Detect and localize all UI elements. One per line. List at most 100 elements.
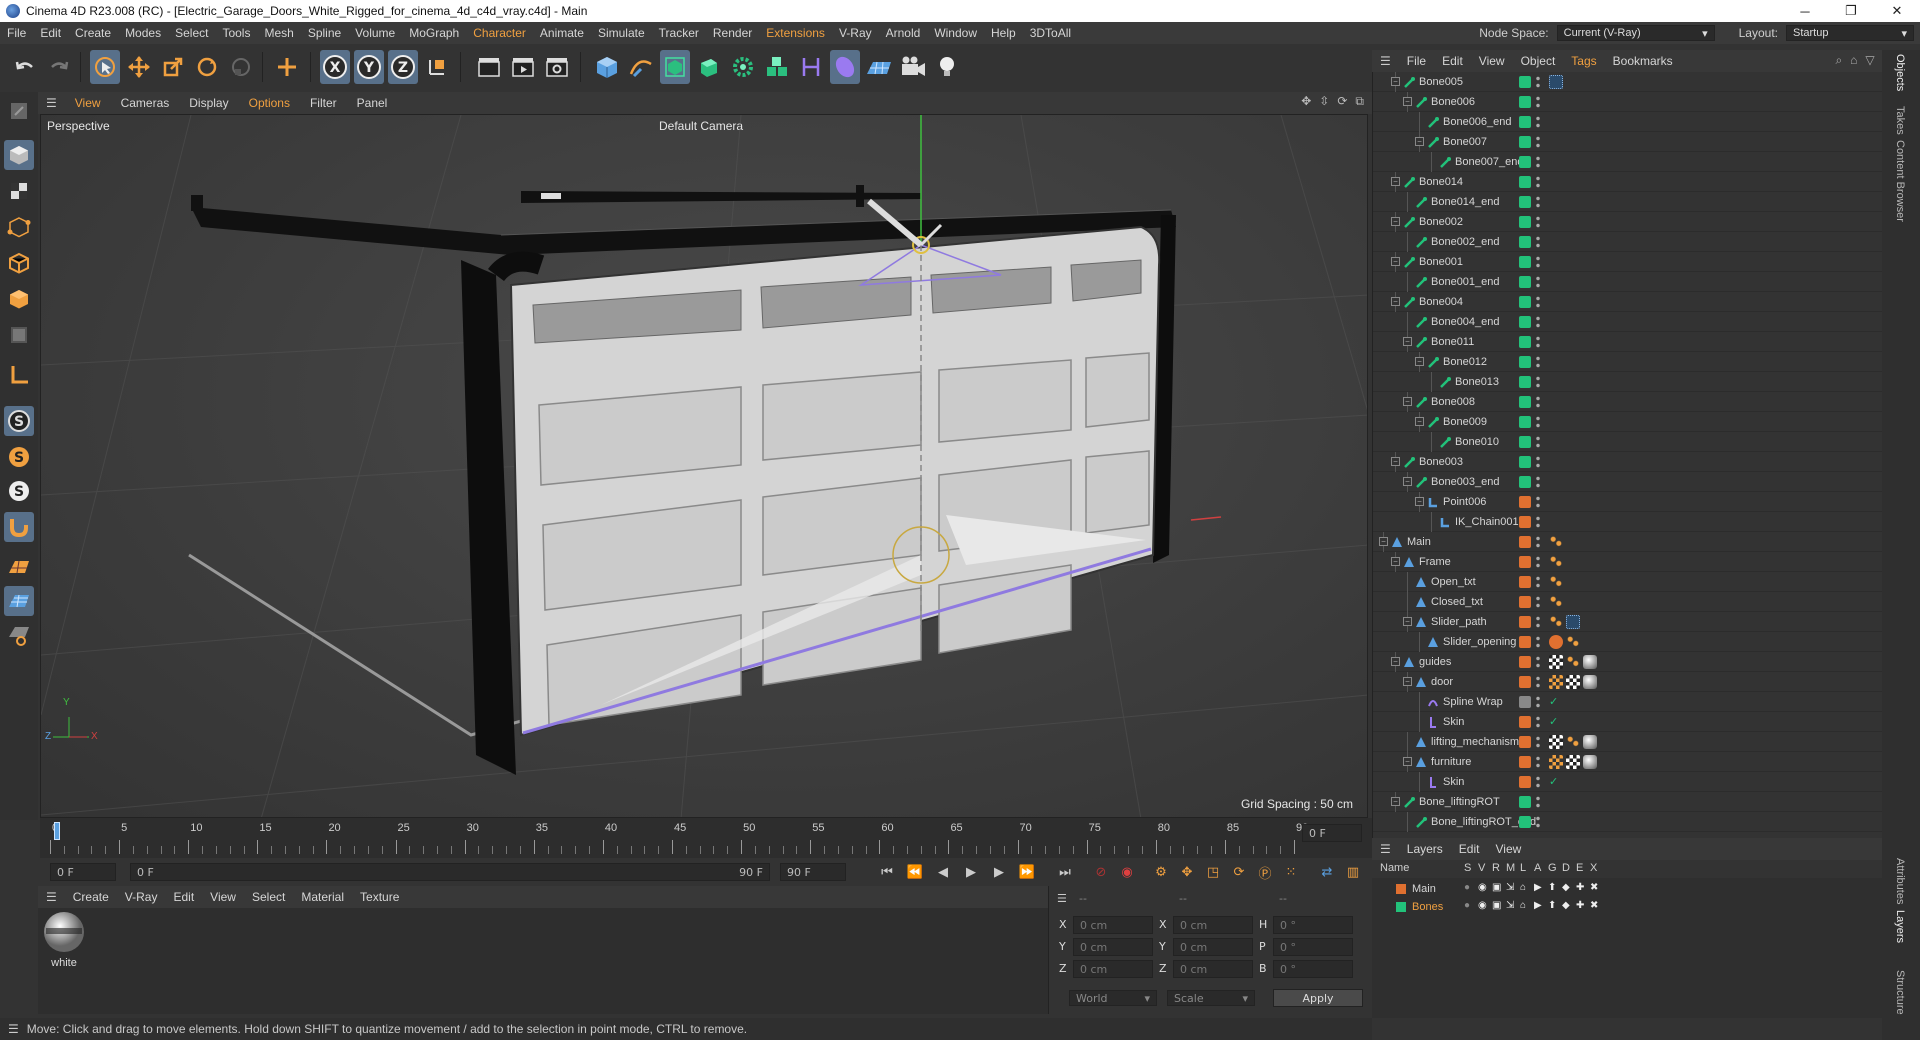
layer-color-swatch[interactable] (1396, 884, 1406, 894)
menu-spline[interactable]: Spline (301, 26, 348, 40)
motion-tracks-button[interactable]: ⇄ (1316, 862, 1338, 882)
menu-tracker[interactable]: Tracker (652, 26, 706, 40)
sphere-tag-icon[interactable] (1583, 755, 1597, 769)
object-row-bone005[interactable]: − Bone005 (1373, 72, 1882, 92)
layer-color-swatch[interactable] (1519, 296, 1531, 308)
home-icon[interactable]: ⌂ (1850, 53, 1857, 68)
cube-primitive-button[interactable] (592, 50, 622, 84)
sphere-tag-icon[interactable] (1583, 735, 1597, 749)
dots-tag-icon[interactable] (1549, 595, 1563, 609)
tab-objects[interactable]: Objects (1894, 54, 1906, 91)
layer-toggle-icon[interactable]: ⬆ (1548, 900, 1556, 911)
subdivision-surface-button[interactable] (660, 50, 690, 84)
layer-color-swatch[interactable] (1519, 756, 1531, 768)
extrude-generator-button[interactable] (694, 50, 724, 84)
dots-tag-icon[interactable] (1566, 635, 1580, 649)
object-row-bone-liftingrot-end[interactable]: Bone_liftingROT_end (1373, 812, 1882, 832)
menu-character[interactable]: Character (466, 26, 533, 40)
viewport-menu-options[interactable]: Options (239, 96, 300, 110)
planar-workplane-button[interactable] (4, 620, 34, 650)
timeline-ruler[interactable]: 051015202530354045505560657075808590 0 F (40, 818, 1372, 858)
previous-frame-button[interactable]: ◀ (932, 862, 954, 882)
live-selection-button[interactable] (90, 50, 120, 84)
expand-toggle[interactable]: − (1391, 557, 1400, 566)
visibility-dots[interactable] (1536, 95, 1540, 109)
layer-toggle-icon[interactable]: ◆ (1562, 882, 1570, 893)
layer-toggle-icon[interactable]: ◉ (1478, 882, 1487, 893)
layer-color-swatch[interactable] (1396, 902, 1406, 912)
visibility-dots[interactable] (1536, 435, 1540, 449)
visibility-dots[interactable] (1536, 695, 1540, 709)
key-pla-button[interactable]: ⁙ (1280, 862, 1302, 882)
workplane-button[interactable] (4, 552, 34, 582)
object-row-bone007-end[interactable]: Bone007_end (1373, 152, 1882, 172)
material-menu-view[interactable]: View (202, 890, 244, 904)
visibility-dots[interactable] (1536, 275, 1540, 289)
layer-toggle-icon[interactable]: ⬆ (1548, 882, 1556, 893)
layer-toggle-icon[interactable]: ✖ (1590, 900, 1598, 911)
object-row-bone001-end[interactable]: Bone001_end (1373, 272, 1882, 292)
layer-toggle-icon[interactable]: ▶ (1534, 882, 1542, 893)
coord-value-field[interactable]: 0 cm (1073, 938, 1153, 956)
sphere-tag-icon[interactable] (1583, 655, 1597, 669)
visibility-dots[interactable] (1536, 175, 1540, 189)
layer-toggle-icon[interactable]: ✖ (1590, 882, 1598, 893)
expand-toggle[interactable]: − (1391, 657, 1400, 666)
layer-color-swatch[interactable] (1519, 216, 1531, 228)
layer-color-swatch[interactable] (1519, 136, 1531, 148)
visibility-dots[interactable] (1536, 215, 1540, 229)
material-menu-material[interactable]: Material (293, 890, 352, 904)
visibility-dots[interactable] (1536, 395, 1540, 409)
layer-color-swatch[interactable] (1519, 736, 1531, 748)
record-button[interactable]: ⊘ (1090, 862, 1112, 882)
viewport-menu-cameras[interactable]: Cameras (111, 96, 180, 110)
expand-toggle[interactable]: − (1403, 677, 1412, 686)
menu-v-ray[interactable]: V-Ray (832, 26, 879, 40)
layer-color-swatch[interactable] (1519, 256, 1531, 268)
coord-value-field[interactable]: 0 cm (1073, 960, 1153, 978)
object-row-spline-wrap[interactable]: Spline Wrap ✓ (1373, 692, 1882, 712)
playhead-marker[interactable] (54, 822, 60, 840)
object-row-main[interactable]: − Main (1373, 532, 1882, 552)
layer-color-swatch[interactable] (1519, 656, 1531, 668)
rotate-tool-button[interactable] (192, 50, 222, 84)
material-menu-select[interactable]: Select (244, 890, 293, 904)
layer-color-swatch[interactable] (1519, 576, 1531, 588)
object-row-bone-liftingrot[interactable]: − Bone_liftingROT (1373, 792, 1882, 812)
layer-color-swatch[interactable] (1519, 456, 1531, 468)
menu-mesh[interactable]: Mesh (257, 26, 300, 40)
object-row-point006[interactable]: − Point006 (1373, 492, 1882, 512)
layer-color-swatch[interactable] (1519, 596, 1531, 608)
expand-toggle[interactable]: − (1403, 617, 1412, 626)
layer-column-v[interactable]: V (1478, 862, 1485, 874)
object-menu-view[interactable]: View (1471, 54, 1513, 68)
visibility-dots[interactable] (1536, 495, 1540, 509)
search-icon[interactable]: ⌕ (1835, 53, 1842, 68)
material-menu-edit[interactable]: Edit (165, 890, 202, 904)
tab-layers[interactable]: Layers (1894, 910, 1906, 943)
expand-toggle[interactable]: − (1391, 217, 1400, 226)
hamburger-icon[interactable]: ☰ (1057, 892, 1067, 905)
visibility-dots[interactable] (1536, 155, 1540, 169)
object-row-bone007[interactable]: − Bone007 (1373, 132, 1882, 152)
spline-pen-button[interactable] (626, 50, 656, 84)
visibility-dots[interactable] (1536, 775, 1540, 789)
checker-tag-icon[interactable] (1566, 675, 1580, 689)
object-row-bone008[interactable]: − Bone008 (1373, 392, 1882, 412)
object-row-bone012[interactable]: − Bone012 (1373, 352, 1882, 372)
menu-mograph[interactable]: MoGraph (402, 26, 466, 40)
layer-menu-layers[interactable]: Layers (1399, 842, 1451, 856)
polygons-mode-button[interactable] (4, 284, 34, 314)
dolly-view-icon[interactable]: ⇳ (1319, 94, 1329, 109)
dots-tag-icon[interactable] (1566, 735, 1580, 749)
tab-structure[interactable]: Structure (1894, 970, 1906, 1015)
go-to-start-button[interactable]: ⏮ (876, 862, 898, 882)
object-menu-edit[interactable]: Edit (1434, 54, 1471, 68)
mograph-cubes-button[interactable] (762, 50, 792, 84)
check-tag-icon[interactable]: ✓ (1549, 775, 1563, 789)
expand-toggle[interactable]: − (1415, 497, 1424, 506)
tweak-mode-button[interactable] (4, 512, 34, 542)
expand-toggle[interactable]: − (1415, 417, 1424, 426)
layer-toggle-icon[interactable]: ▶ (1534, 900, 1542, 911)
menu-select[interactable]: Select (168, 26, 215, 40)
